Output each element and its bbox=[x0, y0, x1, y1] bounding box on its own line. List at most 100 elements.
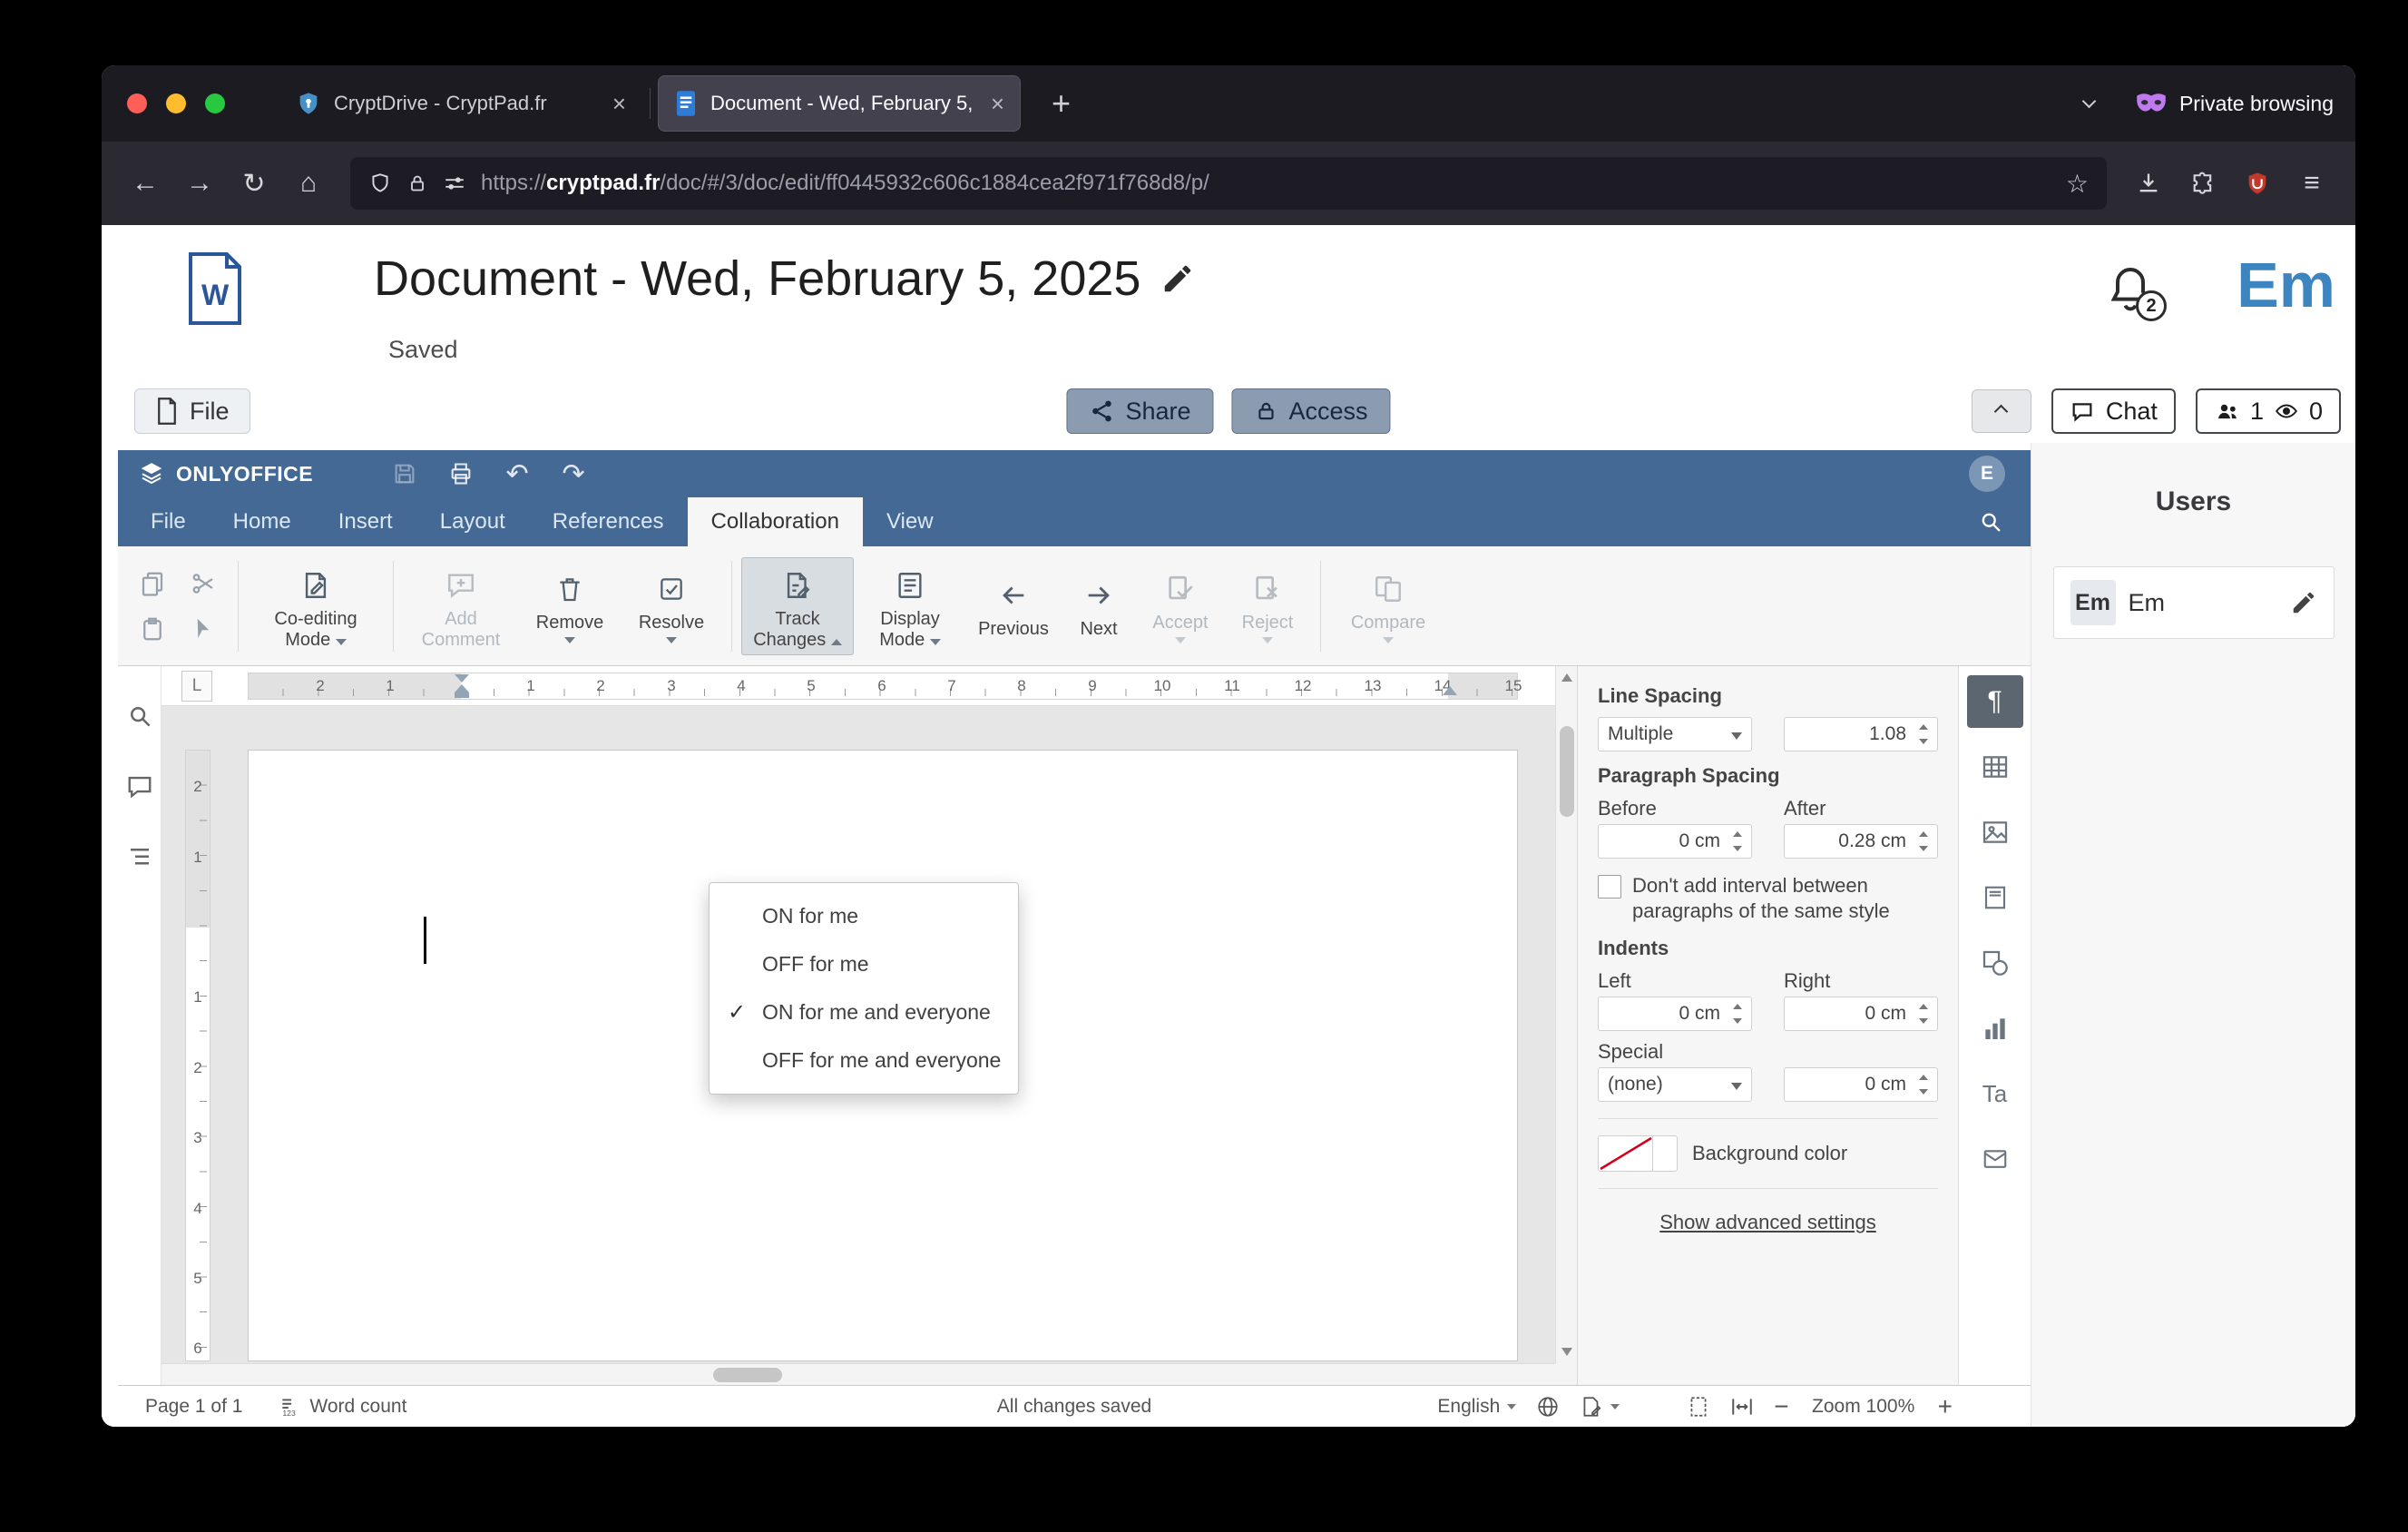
new-tab-button[interactable]: + bbox=[1039, 84, 1083, 123]
special-amount-input[interactable]: 0 cm bbox=[1784, 1067, 1938, 1102]
tab-stop-selector[interactable]: L bbox=[181, 671, 212, 702]
fit-page-button[interactable] bbox=[1687, 1395, 1710, 1419]
track-changes-menu-item[interactable]: OFF for me and everyone bbox=[710, 1036, 1018, 1085]
vertical-scrollbar[interactable] bbox=[1555, 666, 1577, 1363]
cut-scissors-icon[interactable] bbox=[190, 570, 217, 597]
spacing-before-input[interactable]: 0 cm bbox=[1598, 824, 1752, 859]
editor-menu-tab[interactable]: Insert bbox=[315, 497, 416, 546]
zoom-out-button[interactable]: − bbox=[1774, 1392, 1788, 1421]
headers-footers-settings-tab[interactable] bbox=[1967, 871, 2023, 924]
text-art-settings-tab[interactable]: Ta bbox=[1967, 1067, 2023, 1120]
navigation-headings-icon[interactable] bbox=[126, 844, 153, 871]
image-settings-tab[interactable] bbox=[1967, 806, 2023, 859]
paste-clipboard-icon[interactable] bbox=[139, 615, 166, 643]
tracking-protection-shield-icon[interactable] bbox=[368, 172, 392, 195]
edit-title-pencil-icon[interactable] bbox=[1160, 261, 1195, 296]
page-indicator[interactable]: Page 1 of 1 bbox=[145, 1396, 242, 1418]
spinner[interactable] bbox=[1728, 829, 1747, 854]
horizontal-scroll-thumb[interactable] bbox=[713, 1368, 782, 1382]
user-avatar-initials[interactable]: Em bbox=[2237, 249, 2335, 321]
list-all-tabs-chevron-icon[interactable] bbox=[2081, 93, 2097, 108]
access-button[interactable]: Access bbox=[1231, 388, 1391, 434]
track-changes-button[interactable]: Track Changes bbox=[741, 556, 854, 655]
line-spacing-select[interactable]: Multiple bbox=[1598, 717, 1752, 751]
indent-left-input[interactable]: 0 cm bbox=[1598, 997, 1752, 1031]
lock-icon[interactable] bbox=[406, 172, 428, 194]
background-color-swatch[interactable] bbox=[1599, 1136, 1653, 1171]
editor-search-button[interactable] bbox=[1978, 497, 2003, 546]
spinner[interactable] bbox=[1914, 722, 1933, 747]
comments-icon[interactable] bbox=[126, 773, 153, 800]
add-comment-button[interactable]: Add Comment bbox=[403, 558, 519, 654]
background-color-picker[interactable] bbox=[1598, 1135, 1678, 1172]
permissions-sliders-icon[interactable] bbox=[443, 172, 466, 195]
extensions-button[interactable] bbox=[2178, 158, 2228, 209]
reject-button[interactable]: Reject bbox=[1224, 562, 1311, 650]
collapse-toolbar-button[interactable] bbox=[1971, 389, 2031, 433]
remove-button[interactable]: Remove bbox=[519, 562, 621, 650]
file-button[interactable]: File bbox=[134, 388, 250, 434]
reload-button[interactable]: ↻ bbox=[229, 158, 279, 209]
chat-button[interactable]: Chat bbox=[2051, 388, 2176, 434]
editor-menu-tab[interactable]: File bbox=[127, 497, 210, 546]
back-button[interactable]: ← bbox=[120, 158, 171, 209]
zoom-level[interactable]: Zoom 100% bbox=[1809, 1396, 1918, 1418]
track-changes-menu-item[interactable]: OFF for me bbox=[710, 940, 1018, 988]
scroll-down-arrow[interactable] bbox=[1561, 1348, 1572, 1356]
editor-menu-tab[interactable]: View bbox=[863, 497, 957, 546]
editor-menu-tab[interactable]: References bbox=[529, 497, 688, 546]
zoom-in-button[interactable]: + bbox=[1938, 1392, 1953, 1421]
chart-settings-tab[interactable] bbox=[1967, 1002, 2023, 1055]
indent-marker[interactable] bbox=[454, 674, 469, 698]
language-selector[interactable]: English bbox=[1437, 1396, 1517, 1418]
track-changes-menu-item[interactable]: ✓ ON for me and everyone bbox=[710, 988, 1018, 1036]
url-bar[interactable]: https://cryptpad.fr/doc/#/3/doc/edit/ff0… bbox=[350, 157, 2107, 210]
tab-close-icon[interactable]: × bbox=[991, 90, 1004, 118]
save-button[interactable] bbox=[377, 454, 433, 494]
ublock-button[interactable] bbox=[2232, 158, 2283, 209]
close-window-button[interactable] bbox=[127, 93, 147, 113]
horizontal-ruler[interactable]: 2 1 1 2 3 4 5 6 7 8 9 10 11 12 13 14 15 bbox=[248, 673, 1522, 700]
vertical-ruler[interactable]: 21123456 bbox=[185, 750, 210, 1361]
show-advanced-settings-link[interactable]: Show advanced settings bbox=[1598, 1211, 1938, 1234]
tab-cryptdrive[interactable]: CryptDrive - CryptPad.fr × bbox=[279, 75, 642, 132]
tab-document-active[interactable]: Document - Wed, February 5, 2 × bbox=[658, 75, 1021, 132]
coediting-mode-button[interactable]: Co-editing Mode bbox=[248, 558, 384, 654]
spinner[interactable] bbox=[1728, 1001, 1747, 1026]
spacing-after-input[interactable]: 0.28 cm bbox=[1784, 824, 1938, 859]
previous-change-button[interactable]: Previous bbox=[966, 568, 1061, 643]
fullscreen-window-button[interactable] bbox=[205, 93, 225, 113]
spinner[interactable] bbox=[1914, 1072, 1933, 1097]
copy-icon[interactable] bbox=[139, 570, 166, 597]
minimize-window-button[interactable] bbox=[166, 93, 186, 113]
scroll-up-arrow[interactable] bbox=[1561, 673, 1572, 682]
print-button[interactable] bbox=[433, 454, 489, 494]
line-spacing-amount-input[interactable]: 1.08 bbox=[1784, 717, 1938, 751]
word-count-button[interactable]: 123 Word count bbox=[279, 1395, 406, 1419]
fit-width-button[interactable] bbox=[1730, 1395, 1754, 1419]
shape-settings-tab[interactable] bbox=[1967, 937, 2023, 989]
vertical-scroll-thumb[interactable] bbox=[1560, 726, 1574, 817]
table-settings-tab[interactable] bbox=[1967, 741, 2023, 793]
interval-checkbox[interactable] bbox=[1598, 875, 1621, 899]
userlist-button[interactable]: 1 0 bbox=[2195, 388, 2341, 434]
user-list-item[interactable]: Em Em bbox=[2052, 566, 2335, 639]
compare-button[interactable]: Compare bbox=[1330, 562, 1446, 650]
track-changes-menu-item[interactable]: ON for me bbox=[710, 892, 1018, 940]
downloads-button[interactable] bbox=[2123, 158, 2174, 209]
search-icon[interactable] bbox=[126, 702, 153, 730]
forward-button[interactable]: → bbox=[174, 158, 225, 209]
select-cursor-icon[interactable] bbox=[190, 615, 217, 643]
undo-button[interactable]: ↶ bbox=[489, 454, 545, 494]
editor-menu-tab[interactable]: Home bbox=[210, 497, 315, 546]
background-color-dropdown[interactable] bbox=[1653, 1136, 1677, 1171]
menu-button[interactable]: ≡ bbox=[2286, 158, 2337, 209]
indent-right-input[interactable]: 0 cm bbox=[1784, 997, 1938, 1031]
special-select[interactable]: (none) bbox=[1598, 1067, 1752, 1102]
tab-close-icon[interactable]: × bbox=[612, 90, 626, 118]
home-button[interactable]: ⌂ bbox=[283, 158, 334, 209]
mail-merge-settings-tab[interactable] bbox=[1967, 1133, 2023, 1185]
url-text[interactable]: https://cryptpad.fr/doc/#/3/doc/edit/ff0… bbox=[481, 171, 2051, 196]
spellcheck-globe-button[interactable] bbox=[1536, 1395, 1560, 1419]
paragraph-settings-tab[interactable]: ¶ bbox=[1966, 675, 2023, 728]
